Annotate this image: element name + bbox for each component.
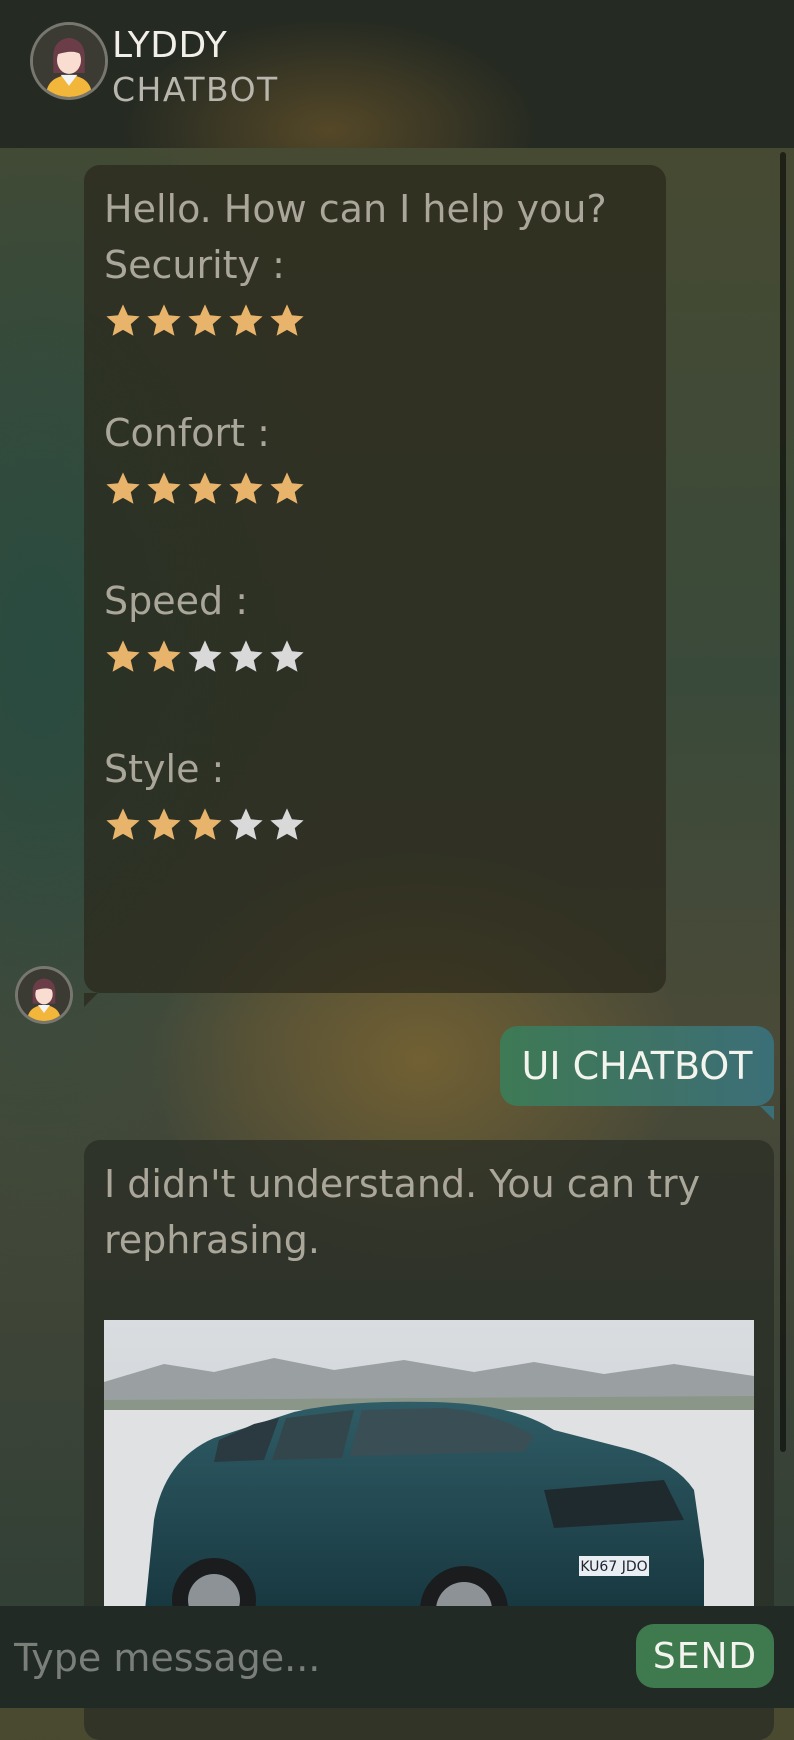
rating-stars-speed: [104, 629, 646, 685]
message-composer: SEND: [0, 1606, 794, 1708]
rating-label-speed: Speed :: [104, 579, 249, 623]
star-filled-icon: [106, 640, 140, 672]
bot-message-bubble: Hello. How can I help you? Security : Co…: [84, 165, 666, 993]
bot-avatar-small: [15, 966, 73, 1024]
bot-reply-text: I didn't understand. You can try rephras…: [104, 1162, 701, 1262]
rating-label-confort: Confort :: [104, 411, 270, 455]
bot-name: LYDDY: [112, 25, 228, 66]
star-empty-icon: [270, 640, 304, 672]
star-filled-icon: [270, 304, 304, 336]
rating-label-security: Security :: [104, 243, 285, 287]
bubble-tail: [84, 993, 98, 1007]
star-filled-icon: [147, 472, 181, 504]
woman-avatar-icon: [33, 25, 105, 97]
user-message-bubble: UI CHATBOT: [500, 1026, 774, 1106]
bot-greeting: Hello. How can I help you?: [104, 187, 607, 231]
scrollbar[interactable]: [780, 152, 786, 1452]
car-image: KU67 JDO: [104, 1320, 754, 1620]
woman-avatar-icon: [18, 969, 70, 1021]
star-filled-icon: [188, 808, 222, 840]
star-filled-icon: [188, 472, 222, 504]
license-plate: KU67 JDO: [580, 1559, 647, 1575]
star-filled-icon: [147, 640, 181, 672]
suv-car-image: KU67 JDO: [104, 1320, 754, 1620]
send-button[interactable]: SEND: [636, 1624, 774, 1688]
star-filled-icon: [229, 304, 263, 336]
star-filled-icon: [106, 472, 140, 504]
star-filled-icon: [229, 472, 263, 504]
star-filled-icon: [270, 472, 304, 504]
rating-stars-style: [104, 797, 646, 853]
chat-header: LYDDY CHATBOT: [0, 0, 794, 148]
bot-avatar: [30, 22, 108, 100]
star-empty-icon: [229, 808, 263, 840]
rating-stars-confort: [104, 461, 646, 517]
star-filled-icon: [106, 304, 140, 336]
bot-subtitle: CHATBOT: [112, 70, 279, 109]
star-empty-icon: [270, 808, 304, 840]
message-input[interactable]: [12, 1622, 616, 1694]
bubble-tail: [760, 1106, 774, 1120]
rating-stars-security: [104, 293, 646, 349]
star-empty-icon: [188, 640, 222, 672]
star-filled-icon: [147, 808, 181, 840]
star-filled-icon: [188, 304, 222, 336]
star-empty-icon: [229, 640, 263, 672]
rating-label-style: Style :: [104, 747, 225, 791]
star-filled-icon: [106, 808, 140, 840]
star-filled-icon: [147, 304, 181, 336]
